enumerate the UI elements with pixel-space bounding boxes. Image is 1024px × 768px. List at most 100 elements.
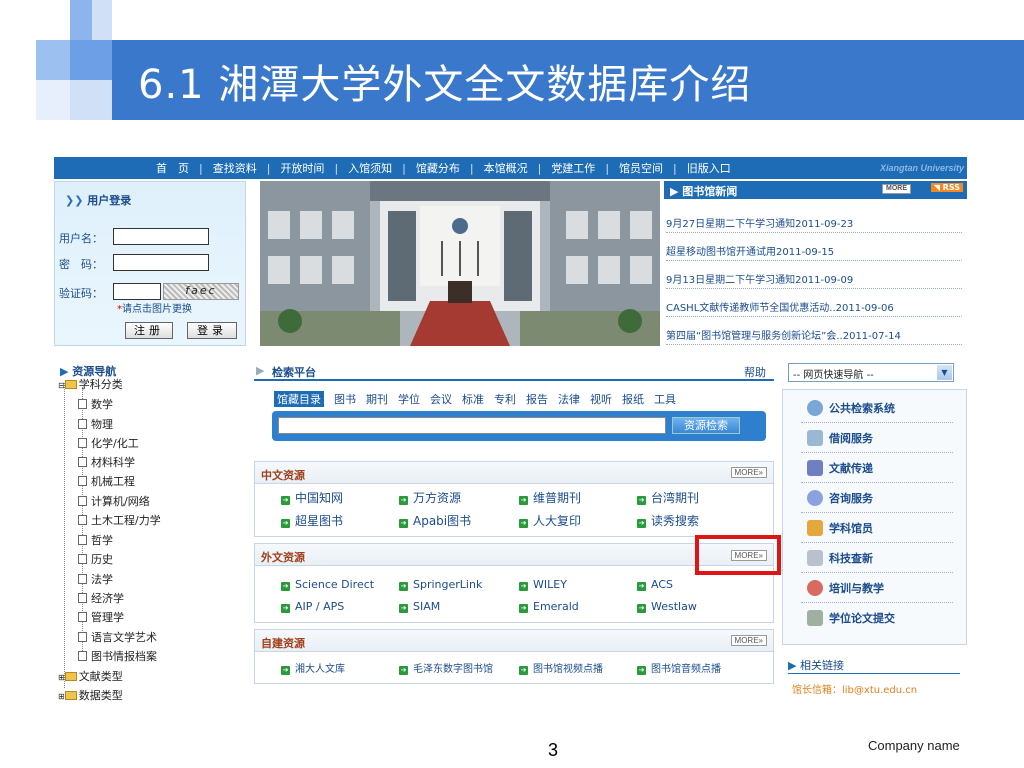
slide: 6.1 湘潭大学外文全文数据库介绍 首 页 | 查找资料 | 开放时间 | 入馆须知 |… <box>0 0 1024 768</box>
news-item[interactable]: 9月13日星期二下午学习通知2011-09-09 <box>666 271 853 286</box>
chinese-more-button[interactable]: MORE» <box>730 467 767 478</box>
service-link[interactable]: 公共检索系统 <box>807 400 895 416</box>
search-input[interactable] <box>278 417 666 434</box>
service-link[interactable]: 培训与教学 <box>807 580 884 596</box>
resource-link[interactable]: ➔ AIP / APS <box>281 600 344 613</box>
news-item[interactable]: 超星移动图书馆开通试用2011-09-15 <box>666 243 834 258</box>
tree-item[interactable]: 法学 <box>78 571 113 587</box>
tab-reports[interactable]: 报告 <box>526 391 548 407</box>
resource-link[interactable]: ➔ 人大复印 <box>519 512 581 529</box>
resource-link[interactable]: ➔ 万方资源 <box>399 489 461 506</box>
resource-link[interactable]: ➔ 读秀搜索 <box>637 512 699 529</box>
captcha-image[interactable]: faec <box>163 283 239 300</box>
tree-item[interactable]: 经济学 <box>78 590 124 606</box>
resource-link[interactable]: ➔ Westlaw <box>637 600 697 613</box>
search-panel-title: 检索平台 <box>272 366 316 379</box>
service-link[interactable]: 文献传递 <box>807 460 873 476</box>
tree-folder-doc-types[interactable]: ⊞ 文献类型 <box>58 668 123 684</box>
arrow-icon: ➔ <box>637 582 646 591</box>
tab-conferences[interactable]: 会议 <box>430 391 452 407</box>
rss-icon: ◥ <box>933 183 943 192</box>
own-more-button[interactable]: MORE» <box>730 635 767 646</box>
tab-degrees[interactable]: 学位 <box>398 391 420 407</box>
arrow-icon: ➔ <box>637 604 646 613</box>
quick-nav-select[interactable]: -- 网页快速导航 -- ▼ <box>788 363 954 382</box>
resource-link[interactable]: ➔ 毛泽东数字图书馆 <box>399 660 493 675</box>
rss-button[interactable]: ◥ RSS <box>930 183 963 192</box>
globe-search-icon <box>807 400 823 416</box>
tree-item[interactable]: 计算机/网络 <box>78 493 150 509</box>
resource-link[interactable]: ➔ 图书馆音频点播 <box>637 660 721 675</box>
tab-law[interactable]: 法律 <box>558 391 580 407</box>
resource-link[interactable]: ➔ 维普期刊 <box>519 489 581 506</box>
resource-link[interactable]: ➔ 图书馆视频点播 <box>519 660 603 675</box>
nav-item-old-version[interactable]: 旧版入口 <box>677 160 741 176</box>
nav-item-collection[interactable]: 馆藏分布 <box>406 160 470 176</box>
resource-link[interactable]: ➔ 台湾期刊 <box>637 489 699 506</box>
nav-item-hours[interactable]: 开放时间 <box>270 160 334 176</box>
resource-link[interactable]: ➔ SIAM <box>399 600 440 613</box>
related-links-title[interactable]: ▶ 相关链接 <box>788 657 844 673</box>
help-link[interactable]: 帮助 <box>744 364 766 380</box>
resource-link[interactable]: ➔ 湘大人文库 <box>281 660 345 675</box>
tree-item[interactable]: 土木工程/力学 <box>78 512 161 528</box>
tree-item[interactable]: 机械工程 <box>78 473 135 489</box>
tree-folder-subjects[interactable]: ⊟ 学科分类 <box>58 376 123 392</box>
username-input[interactable] <box>113 228 209 245</box>
tree-item[interactable]: 管理学 <box>78 609 124 625</box>
tree-item[interactable]: 化学/化工 <box>78 435 139 451</box>
nav-item-about[interactable]: 本馆概况 <box>474 160 538 176</box>
resource-search-button[interactable]: 资源检索 <box>672 417 740 434</box>
document-icon <box>78 651 87 661</box>
service-link[interactable]: 学科馆员 <box>807 520 873 536</box>
service-link[interactable]: 科技查新 <box>807 550 873 566</box>
resource-link[interactable]: ➔ 超星图书 <box>281 512 343 529</box>
tree-folder-data-types[interactable]: ⊞ 数据类型 <box>58 687 123 703</box>
news-item[interactable]: 第四届“图书馆管理与服务创新论坛”会..2011-07-14 <box>666 327 901 342</box>
tab-tools[interactable]: 工具 <box>654 391 676 407</box>
nav-item-home[interactable]: 首 页 <box>146 160 199 176</box>
news-item[interactable]: 9月27日星期二下午学习通知2011-09-23 <box>666 215 853 230</box>
resource-link[interactable]: ➔ Science Direct <box>281 578 374 591</box>
nav-item-staff[interactable]: 馆员空间 <box>609 160 673 176</box>
login-title: ❯❯ 用户登录 <box>65 194 132 207</box>
tab-books[interactable]: 图书 <box>334 391 356 407</box>
service-link[interactable]: 学位论文提交 <box>807 610 895 626</box>
tree-item[interactable]: 数学 <box>78 396 113 412</box>
resource-link[interactable]: ➔ 中国知网 <box>281 489 343 506</box>
tree-item[interactable]: 哲学 <box>78 532 113 548</box>
captcha-hint[interactable]: *请点击图片更换 <box>117 300 192 315</box>
nav-item-party[interactable]: 党建工作 <box>541 160 605 176</box>
service-link[interactable]: 借阅服务 <box>807 430 873 446</box>
resource-link[interactable]: ➔ WILEY <box>519 578 567 591</box>
tree-item[interactable]: 语言文学艺术 <box>78 629 157 645</box>
tab-catalog[interactable]: 馆藏目录 <box>274 391 324 407</box>
resource-link[interactable]: ➔ ACS <box>637 578 673 591</box>
company-name: Company name <box>868 738 960 753</box>
news-item[interactable]: CASHL文献传递教师节全国优惠活动..2011-09-06 <box>666 299 894 314</box>
tab-journals[interactable]: 期刊 <box>366 391 388 407</box>
resource-link[interactable]: ➔ SpringerLink <box>399 578 482 591</box>
service-link[interactable]: 咨询服务 <box>807 490 873 506</box>
tab-patents[interactable]: 专利 <box>494 391 516 407</box>
resource-link[interactable]: ➔ Apabi图书 <box>399 512 471 529</box>
login-button[interactable]: 登录 <box>187 322 237 339</box>
tree-item[interactable]: 历史 <box>78 551 113 567</box>
captcha-input[interactable] <box>113 283 161 300</box>
document-icon <box>78 476 87 486</box>
tree-item[interactable]: 图书情报档案 <box>78 648 157 664</box>
tree-item[interactable]: 物理 <box>78 416 113 432</box>
news-more-button[interactable]: MORE <box>882 184 911 194</box>
arrow-icon: ➔ <box>519 496 528 505</box>
tab-standards[interactable]: 标准 <box>462 391 484 407</box>
tab-av[interactable]: 视听 <box>590 391 612 407</box>
director-mailbox[interactable]: 馆长信箱：lib@xtu.edu.cn <box>792 681 917 696</box>
resource-link[interactable]: ➔ Emerald <box>519 600 579 613</box>
password-input[interactable] <box>113 254 209 271</box>
register-button[interactable]: 注册 <box>125 322 173 339</box>
tree-item[interactable]: 材料科学 <box>78 454 135 470</box>
nav-item-notice[interactable]: 入馆须知 <box>338 160 402 176</box>
search-panel: ▶ 检索平台 帮助 馆藏目录 图书 期刊 学位 会议 标准 专利 报告 法律 视… <box>254 361 781 706</box>
nav-item-search[interactable]: 查找资料 <box>203 160 267 176</box>
tab-newspapers[interactable]: 报纸 <box>622 391 644 407</box>
